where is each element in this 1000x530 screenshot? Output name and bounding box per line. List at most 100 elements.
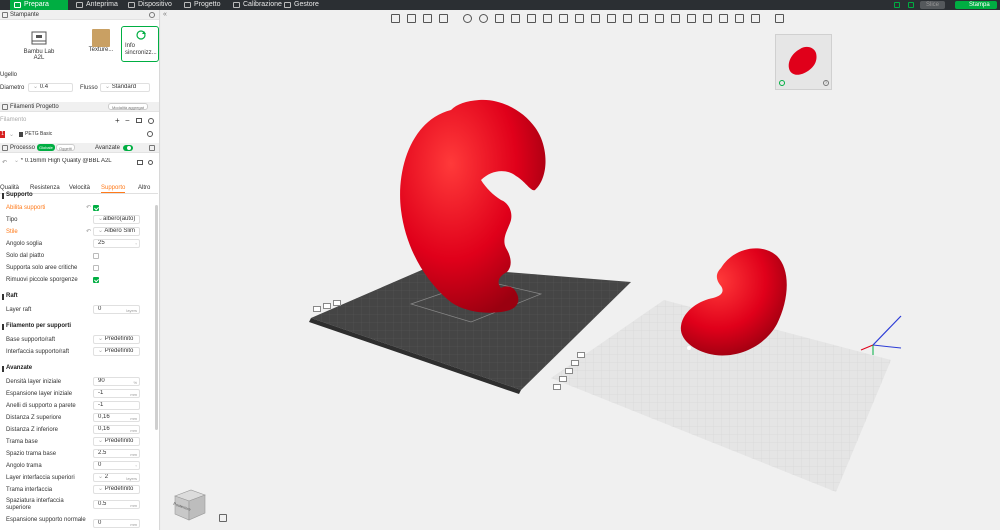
- plate2-tools: [553, 352, 593, 394]
- advanced-label: Avanzate: [95, 145, 120, 151]
- advanced-switch-knob: [127, 146, 131, 150]
- plate-orient-icon[interactable]: [333, 300, 341, 306]
- tab-supporto[interactable]: Supporto: [101, 185, 126, 193]
- on-build-plate-only-checkbox[interactable]: [93, 253, 99, 259]
- interface-pattern-label: Trama interfaccia: [6, 487, 53, 493]
- sync-info-card[interactable]: Info sincronizz...: [121, 26, 159, 62]
- process-list-icon[interactable]: [149, 145, 155, 151]
- objects-toggle[interactable]: Oggetti: [56, 144, 75, 151]
- initial-layer-expansion-input[interactable]: -1 mm: [93, 389, 140, 398]
- remove-small-overhangs-label: Rimuovi piccole sporgenze: [6, 277, 78, 283]
- tab-anteprima[interactable]: Anteprima: [72, 0, 122, 10]
- support-interface-select[interactable]: ⌄ Predefinito: [93, 347, 140, 356]
- reset-icon[interactable]: ↶: [86, 204, 91, 211]
- threshold-angle-label: Angolo soglia: [6, 241, 43, 247]
- top-bar: Prepara Anteprima Dispositivo Progetto C…: [0, 0, 1000, 18]
- add-filament-icon[interactable]: +: [115, 116, 120, 125]
- critical-regions-only-checkbox[interactable]: [93, 265, 99, 271]
- filament-settings-icon[interactable]: [148, 118, 154, 124]
- remove-filament-circle-icon[interactable]: [147, 131, 153, 137]
- support-base-label: Base supporto/raft: [6, 337, 56, 343]
- plate-arrange-icon[interactable]: [565, 368, 573, 374]
- normal-support-expansion-label: Espansione supporto normale: [6, 517, 86, 523]
- aggregate-mode-badge[interactable]: Modalità aggregat: [107, 103, 148, 110]
- save-preset-icon[interactable]: [137, 160, 143, 165]
- preset-reset-icon[interactable]: ↶: [2, 159, 7, 166]
- printer-section-header[interactable]: Stampante: [0, 10, 159, 20]
- tab-progetto[interactable]: Progetto: [180, 0, 228, 10]
- remove-filament-icon[interactable]: −: [125, 116, 130, 125]
- 3d-viewport[interactable]: « ? Posteriore: [161, 10, 1000, 530]
- top-z-distance-input[interactable]: 0,16 mm: [93, 413, 140, 422]
- tab-qualita[interactable]: Qualità: [0, 185, 19, 191]
- filament-dropdown-icon[interactable]: ⌄: [9, 131, 14, 138]
- normal-support-expansion-input[interactable]: 0 mm: [93, 519, 140, 528]
- tab-gestore-filamenti[interactable]: Gestore filam...: [280, 0, 340, 18]
- plate-lock-icon[interactable]: [559, 376, 567, 382]
- tab-resistenza[interactable]: Resistenza: [30, 185, 60, 191]
- nozzle-title: Ugello: [0, 72, 18, 78]
- support-group-title: Supporto: [6, 192, 33, 198]
- printer-machine-icon: [31, 31, 47, 45]
- tab-prepara[interactable]: Prepara: [10, 0, 68, 10]
- plate-texture-icon: [92, 29, 110, 47]
- support-type-label: Tipo: [6, 217, 18, 223]
- slice-plate-icon[interactable]: [908, 2, 914, 8]
- threshold-angle-input[interactable]: 25 °: [93, 239, 140, 248]
- enable-support-checkbox[interactable]: [93, 205, 99, 211]
- remove-small-overhangs-checkbox[interactable]: [93, 277, 99, 283]
- bottom-z-distance-input[interactable]: 0,16 mm: [93, 425, 140, 434]
- initial-layer-density-label: Densità layer iniziale: [6, 379, 62, 385]
- raft-group-title: Raft: [6, 293, 18, 299]
- initial-layer-density-input[interactable]: 90%: [93, 377, 140, 386]
- slice-button[interactable]: Slice: [920, 1, 946, 9]
- interface-pattern-select[interactable]: ⌄ Predefinito: [93, 485, 140, 494]
- settings-scrollbar[interactable]: [155, 205, 158, 430]
- top-interface-layers-input[interactable]: ⌄ 2 layers: [93, 473, 140, 482]
- reset-icon[interactable]: ↶: [86, 228, 91, 235]
- raft-layers-label: Layer raft: [6, 307, 32, 313]
- top-interface-spacing-input[interactable]: 0.5 mm: [93, 500, 140, 509]
- advanced-group-title: Avanzate: [6, 365, 33, 371]
- printer-card[interactable]: Bambu Lab A2L: [20, 26, 58, 62]
- support-type-select[interactable]: ⌄albero(auto): [93, 215, 140, 224]
- filament-section-header[interactable]: Filamenti Progetto Modalità aggregat: [0, 102, 159, 112]
- flow-select[interactable]: ⌄ Standard: [100, 83, 150, 92]
- pattern-angle-input[interactable]: 0 °: [93, 461, 140, 470]
- plate-close-icon[interactable]: [553, 384, 561, 390]
- base-pattern-select[interactable]: ⌄ Predefinito: [93, 437, 140, 446]
- raft-layers-input[interactable]: 0 layers: [93, 305, 140, 314]
- base-pattern-spacing-input[interactable]: 2.5 mm: [93, 449, 140, 458]
- filament-search[interactable]: Filamento: [0, 117, 26, 123]
- support-interface-label: Interfaccia supporto/raft: [6, 349, 70, 355]
- tab-dispositivo[interactable]: Dispositivo: [124, 0, 176, 10]
- support-base-select[interactable]: ⌄ Predefinito: [93, 335, 140, 344]
- view-cube[interactable]: Posteriore: [171, 486, 206, 521]
- tab-velocita[interactable]: Velocità: [69, 185, 90, 191]
- support-style-select[interactable]: ⌄ Albero Slim: [93, 227, 140, 236]
- top-interface-layers-label: Layer interfaccia superiori: [6, 475, 75, 481]
- sync-filament-icon[interactable]: [136, 118, 142, 123]
- filament-name: PETG Basic: [25, 131, 53, 137]
- plate-arrange-icon[interactable]: [323, 303, 331, 309]
- flow-label: Flusso: [80, 85, 98, 91]
- top-z-distance-label: Distanza Z superiore: [6, 415, 62, 421]
- group-marker: [2, 324, 4, 330]
- plate-list-icon[interactable]: [894, 2, 900, 8]
- plate-type-card[interactable]: Texture...: [82, 26, 120, 62]
- filament-color-chip[interactable]: 1: [0, 131, 5, 138]
- preview-icon: [76, 2, 83, 8]
- diameter-select[interactable]: ⌄ 0.4: [28, 83, 73, 92]
- global-toggle[interactable]: Globale: [37, 144, 55, 151]
- tab-calibrazione[interactable]: Calibrazione: [229, 0, 282, 10]
- print-button[interactable]: Stampa: [955, 1, 997, 9]
- zoom-fit-icon[interactable]: [219, 514, 227, 522]
- support-wall-loops-input[interactable]: -1: [93, 401, 140, 410]
- tab-altro[interactable]: Altro: [138, 185, 150, 191]
- plate-settings-icon[interactable]: [577, 352, 585, 358]
- process-preset-select[interactable]: ⌄ * 0.16mm High Quality @BBL A2L: [10, 158, 120, 167]
- plate-lock-icon[interactable]: [313, 306, 321, 312]
- gear-icon[interactable]: [149, 12, 155, 18]
- plate-orient-icon[interactable]: [571, 360, 579, 366]
- search-icon[interactable]: [148, 160, 153, 165]
